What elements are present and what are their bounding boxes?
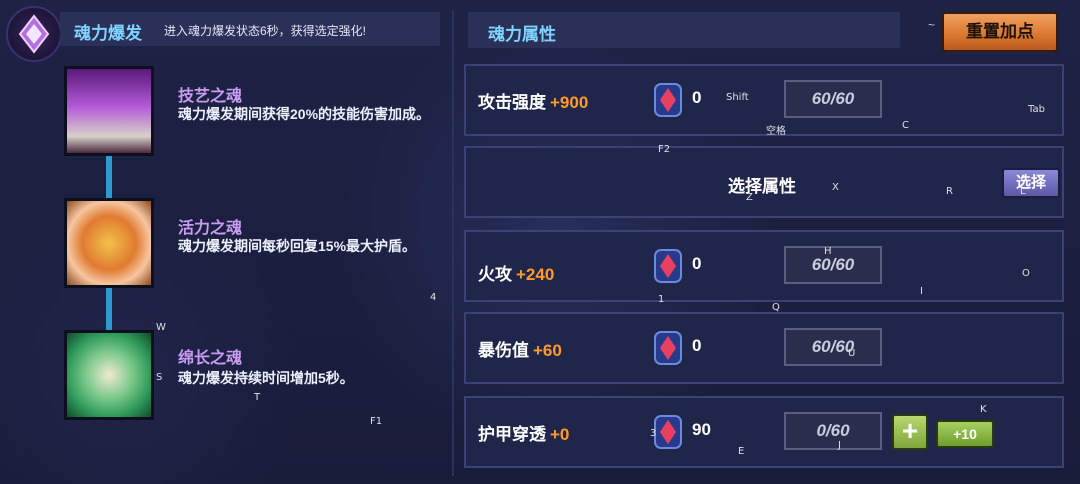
attribute-label: 攻击强度 +900 — [478, 93, 589, 112]
attribute-label: 暴伤值 +60 — [478, 341, 562, 360]
key-hint-space: 空格 — [766, 126, 786, 137]
key-hint-j: J — [838, 440, 841, 451]
select-attribute-label: 选择属性 — [728, 177, 796, 196]
attribute-bonus: +900 — [550, 93, 589, 112]
key-hint-o: O — [1022, 268, 1030, 279]
gem-count: 0 — [692, 88, 702, 107]
key-hint-z: Z — [746, 192, 753, 203]
key-hint-k: K — [980, 404, 987, 415]
skill-soul-icon[interactable] — [64, 66, 154, 156]
attribute-label: 火攻 +240 — [478, 265, 555, 284]
soul-connector — [106, 156, 112, 198]
key-hint-h: H — [824, 246, 832, 257]
panel-divider — [452, 10, 454, 476]
key-hint-q: Q — [772, 302, 780, 313]
key-hint-r: R — [946, 186, 953, 197]
soul-description: 魂力爆发期间每秒回复15%最大护盾。 — [178, 238, 417, 254]
soul-description: 魂力爆发期间获得20%的技能伤害加成。 — [178, 106, 431, 122]
key-hint-t: T — [254, 392, 261, 403]
attribute-row-fire: 火攻 +240 0 60/60 — [464, 230, 1064, 302]
attribute-bonus: +240 — [516, 265, 555, 284]
attribute-label: 护甲穿透 +0 — [478, 425, 570, 444]
attribute-level: 60/60 — [784, 328, 882, 366]
select-attribute-button[interactable]: 选择 — [1002, 168, 1060, 198]
attribute-level: 0/60 — [784, 412, 882, 450]
soul-burst-title: 魂力爆发 — [74, 24, 142, 43]
soul-gem-icon — [654, 249, 682, 283]
attribute-level: 60/60 — [784, 80, 882, 118]
key-hint-f1: F1 — [370, 416, 383, 427]
soul-burst-emblem-icon — [6, 6, 62, 62]
attribute-select-row: 选择属性 选择 — [464, 146, 1064, 218]
soul-name: 技艺之魂 — [178, 88, 243, 105]
soul-attributes-header: 魂力属性 — [468, 12, 900, 48]
key-hint-u: U — [848, 348, 856, 359]
duration-soul-icon[interactable] — [64, 330, 154, 420]
key-hint-c: C — [902, 120, 909, 131]
soul-burst-header: 魂力爆发 进入魂力爆发状态6秒，获得选定强化! — [60, 12, 440, 46]
soul-gem-icon — [654, 331, 682, 365]
soul-gem-icon — [654, 83, 682, 117]
soul-gem-icon — [654, 415, 682, 449]
key-hint-w: W — [156, 322, 166, 333]
key-hint-e: E — [738, 446, 745, 457]
add-ten-points-button[interactable]: +10 — [936, 420, 994, 448]
soul-description: 魂力爆发持续时间增加5秒。 — [178, 370, 354, 386]
tilde-hint: ~ — [928, 18, 936, 32]
key-hint-x: X — [832, 182, 839, 193]
gem-count: 90 — [692, 420, 711, 439]
soul-burst-description: 进入魂力爆发状态6秒，获得选定强化! — [164, 24, 367, 38]
gem-count: 0 — [692, 336, 702, 355]
attribute-bonus: +0 — [550, 425, 570, 444]
attribute-row-crit-damage: 暴伤值 +60 0 60/60 — [464, 312, 1064, 384]
key-hint-1: 1 — [658, 294, 665, 305]
soul-name: 活力之魂 — [178, 220, 243, 237]
key-hint-f2: F2 — [658, 144, 671, 155]
attribute-level: 60/60 — [784, 246, 882, 284]
key-hint-3: 3 — [650, 428, 657, 439]
attribute-row-attack: 攻击强度 +900 0 60/60 — [464, 64, 1064, 136]
key-hint-s: S — [156, 372, 163, 383]
key-hint-i: I — [920, 286, 923, 297]
attribute-row-armor-penetration: 护甲穿透 +0 90 0/60 + +10 — [464, 396, 1064, 468]
key-hint-4: 4 — [430, 292, 437, 303]
key-hint-l: L — [1020, 186, 1026, 197]
vitality-soul-icon[interactable] — [64, 198, 154, 288]
soul-name: 绵长之魂 — [178, 350, 243, 367]
attribute-bonus: +60 — [533, 341, 562, 360]
add-point-button[interactable]: + — [892, 414, 928, 450]
key-hint-shift: Shift — [726, 92, 749, 103]
gem-count: 0 — [692, 254, 702, 273]
key-hint-tab: Tab — [1028, 104, 1045, 115]
soul-attributes-title: 魂力属性 — [488, 25, 556, 44]
reset-points-button[interactable]: 重置加点 — [942, 12, 1058, 52]
soul-connector — [106, 288, 112, 330]
